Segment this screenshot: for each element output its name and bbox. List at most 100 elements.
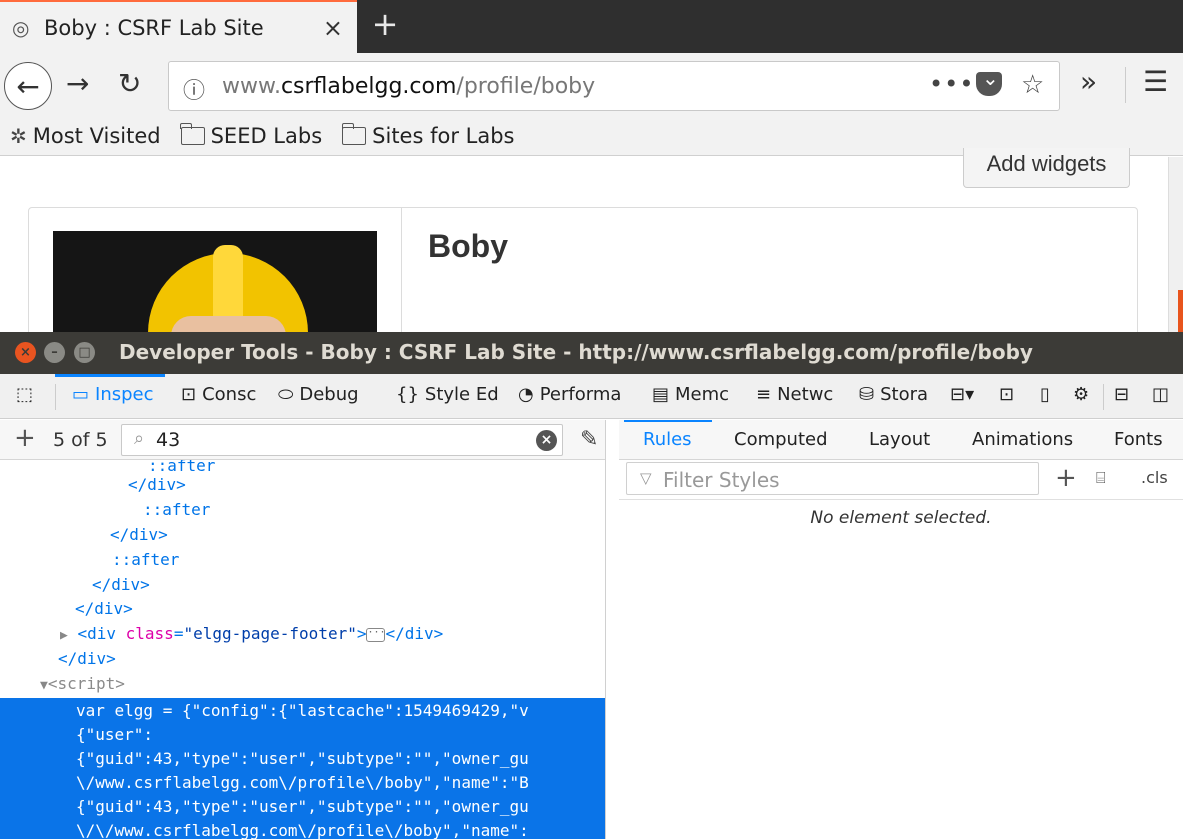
add-node-icon[interactable]: + <box>14 423 36 453</box>
markup-line[interactable]: </div> <box>0 596 605 621</box>
pseudo-class-toggle-icon[interactable]: ⌸ <box>1096 468 1106 488</box>
bookmark-label: Sites for Labs <box>372 123 515 148</box>
menu-icon[interactable]: ☰ <box>1143 65 1168 98</box>
debugger-icon: ⬭ <box>278 384 294 405</box>
tab-computed[interactable]: Computed <box>734 429 828 450</box>
closing-tag: </div> <box>128 475 186 494</box>
pseudo-element: ::after <box>112 550 180 569</box>
closing-tag: </div> <box>385 624 444 643</box>
markup-line[interactable]: </div> <box>0 472 605 497</box>
filter-icon: ▽ <box>640 469 652 487</box>
performance-icon: ◔ <box>518 384 534 405</box>
tab-label: Style Ed <box>424 384 499 405</box>
markup-line-footer[interactable]: ▶ <div class="elgg-page-footer">···</div… <box>0 621 605 646</box>
markup-line[interactable]: </div> <box>0 646 605 671</box>
tab-performance[interactable]: ◔ Performa <box>518 384 635 405</box>
tab-layout[interactable]: Layout <box>869 429 930 450</box>
selected-line: var elgg = {"config":{"lastcache":154946… <box>76 701 529 720</box>
selected-line: {"user": <box>76 725 154 744</box>
tab-console[interactable]: ⊡ Consc <box>181 384 261 405</box>
devtools-toolbar: ⬚ ▭ Inspec ⊡ Consc ⬭ Debug {} Style Ed ◔ Perf… <box>0 374 1183 419</box>
settings-gear-icon[interactable]: ⚙ <box>1073 384 1089 405</box>
markup-line-script[interactable]: ▼<script> <box>0 671 605 696</box>
markup-search-input[interactable] <box>156 427 526 453</box>
avatar[interactable] <box>53 231 377 341</box>
tab-close-icon[interactable]: × <box>323 14 343 42</box>
dock-bottom-icon[interactable]: ⊟ <box>1114 384 1129 405</box>
markup-line[interactable]: </div> <box>0 522 605 547</box>
tab-network[interactable]: ≡ Netwc <box>756 384 842 405</box>
closing-tag: </div> <box>58 649 116 668</box>
panel-splitter[interactable] <box>605 420 619 839</box>
gear-icon: ✲ <box>10 123 27 148</box>
dock-side-icon[interactable]: ◫ <box>1152 384 1169 405</box>
back-button[interactable]: ← <box>4 62 52 110</box>
folder-icon <box>341 122 367 145</box>
tab-memory[interactable]: ▤ Memc <box>652 384 738 405</box>
tab-rules[interactable]: Rules <box>643 429 692 450</box>
cls-toggle-button[interactable]: .cls <box>1141 468 1168 487</box>
tab-fonts[interactable]: Fonts <box>1114 429 1163 450</box>
site-favicon-icon: ◎ <box>12 15 30 40</box>
pseudo-element: ::after <box>143 500 211 519</box>
collapsed-content-icon[interactable]: ··· <box>366 627 386 642</box>
markup-line[interactable]: ::after <box>0 547 605 572</box>
tab-label: Inspec <box>95 384 154 405</box>
clear-search-icon[interactable]: × <box>536 430 557 451</box>
filter-placeholder: Filter Styles <box>663 468 780 492</box>
new-tab-button[interactable]: + <box>370 6 400 42</box>
markup-line[interactable]: ::after <box>0 497 605 522</box>
tab-debugger[interactable]: ⬭ Debug <box>278 384 382 405</box>
bookmark-label: SEED Labs <box>210 123 323 148</box>
bookmark-sites-for-labs[interactable]: Sites for Labs <box>341 122 515 148</box>
sidebar-tabs: Rules Computed Layout Animations Fonts <box>619 420 1183 460</box>
expand-twisty-icon[interactable]: ▶ <box>60 628 68 643</box>
bookmark-most-visited[interactable]: ✲ Most Visited <box>10 124 161 148</box>
active-tab-indicator <box>55 374 165 377</box>
forward-button[interactable]: → <box>66 67 89 100</box>
add-widgets-button[interactable]: Add widgets <box>963 148 1130 188</box>
window-minimize-icon[interactable]: – <box>44 342 65 363</box>
selected-text-node[interactable]: var elgg = {"config":{"lastcache":154946… <box>0 698 605 839</box>
site-info-icon[interactable]: ⓘ <box>183 73 205 105</box>
active-sidebar-tab-indicator <box>624 420 712 422</box>
style-editor-icon: {} <box>396 384 419 405</box>
toolbar-overflow-icon[interactable]: » <box>1080 65 1097 98</box>
window-maximize-icon[interactable]: □ <box>74 342 95 363</box>
collapse-twisty-icon[interactable]: ▼ <box>40 678 48 693</box>
side-edge-accent <box>1178 290 1183 332</box>
search-icon: ⌕ <box>134 428 145 449</box>
bookmark-star-icon[interactable]: ☆ <box>1021 70 1044 100</box>
reload-button[interactable]: ↻ <box>118 67 141 100</box>
page-actions-icon[interactable]: ••• <box>929 70 974 98</box>
window-close-icon[interactable]: × <box>15 342 36 363</box>
tab-label: Performa <box>539 384 622 405</box>
arrow-left-icon: ← <box>16 69 40 103</box>
element-picker-icon[interactable]: ⬚ <box>16 384 33 405</box>
eyedropper-icon[interactable]: ✎ <box>580 427 598 452</box>
markup-search-box[interactable]: ⌕ × <box>121 424 563 456</box>
add-rule-icon[interactable]: + <box>1055 463 1077 493</box>
filter-styles-field[interactable]: ▽ Filter Styles <box>626 462 1039 495</box>
toolbar-separator <box>55 384 56 410</box>
tab-animations[interactable]: Animations <box>972 429 1073 450</box>
closing-tag: </div> <box>110 525 168 544</box>
url-path: /profile/boby <box>456 74 596 99</box>
navigation-bar: ← → ↻ ⓘ www.csrflabelgg.com/profile/boby… <box>0 53 1183 116</box>
browser-tab[interactable]: ◎ Boby : CSRF Lab Site × <box>0 0 357 53</box>
bookmark-seed-labs[interactable]: SEED Labs <box>179 122 323 148</box>
markup-line[interactable]: </div> <box>0 572 605 597</box>
arrow-right-icon: → <box>66 67 90 100</box>
url-bar[interactable]: ⓘ www.csrflabelgg.com/profile/boby ••• ☆ <box>168 61 1060 111</box>
tab-inspector[interactable]: ▭ Inspec <box>72 384 162 405</box>
frame-picker-icon[interactable]: ⊟▾ <box>950 384 974 405</box>
tab-style-editor[interactable]: {} Style Ed <box>396 384 500 405</box>
search-match-count: 5 of 5 <box>53 429 108 451</box>
tab-storage[interactable]: ⛁ Stora <box>859 384 937 405</box>
devtools-window-title: Developer Tools - Boby : CSRF Lab Site -… <box>119 340 1033 364</box>
url-text[interactable]: www.csrflabelgg.com/profile/boby <box>222 74 595 99</box>
tab-label: Netwc <box>777 384 834 405</box>
split-console-icon[interactable]: ⊡ <box>999 384 1014 405</box>
responsive-design-icon[interactable]: ▯ <box>1040 384 1050 405</box>
pocket-icon[interactable] <box>976 66 1002 96</box>
